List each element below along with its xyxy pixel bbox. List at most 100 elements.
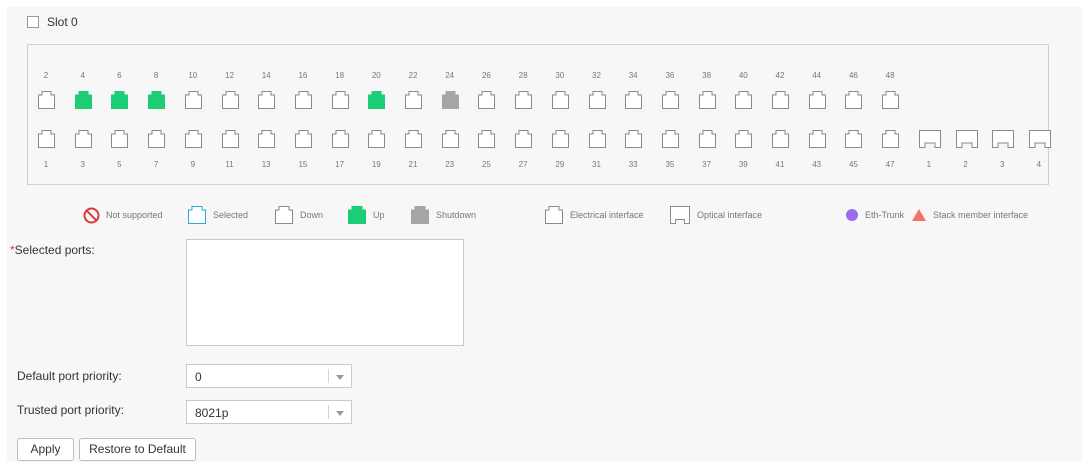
port-number: 1 <box>926 160 932 169</box>
port-number: 48 <box>885 71 895 80</box>
optical-port-1[interactable] <box>918 129 942 148</box>
port-31-down[interactable] <box>588 129 607 148</box>
legend-down: Down <box>274 205 323 225</box>
port-10-down[interactable] <box>184 90 203 109</box>
legend-up: Up <box>347 205 385 225</box>
port-number: 16 <box>298 71 308 80</box>
legend-up-label: Up <box>373 210 385 220</box>
restore-default-button[interactable]: Restore to Default <box>79 438 196 461</box>
port-13-down[interactable] <box>257 129 276 148</box>
port-45-down[interactable] <box>844 129 863 148</box>
default-port-priority-select[interactable]: 0 <box>186 364 352 388</box>
port-number: 8 <box>153 71 159 80</box>
chevron-down-icon[interactable] <box>336 375 344 380</box>
port-24-shutdown[interactable] <box>441 90 460 109</box>
port-12-down[interactable] <box>221 90 240 109</box>
port-panel: 2 4 6 8 10 12 14 16 18 20 22 24 26 28 30 32 34 36 38 40 42 44… <box>27 44 1052 185</box>
port-25-down[interactable] <box>477 129 496 148</box>
port-36-down[interactable] <box>661 90 680 109</box>
port-number: 14 <box>261 71 271 80</box>
port-number: 11 <box>225 160 234 169</box>
port-38-down[interactable] <box>698 90 717 109</box>
port-number: 1 <box>43 160 49 169</box>
port-35-down[interactable] <box>661 129 680 148</box>
port-7-down[interactable] <box>147 129 166 148</box>
port-40-down[interactable] <box>734 90 753 109</box>
not-supported-icon <box>83 207 100 223</box>
port-number: 23 <box>445 160 455 169</box>
down-port-icon <box>275 206 293 224</box>
port-9-down[interactable] <box>184 129 203 148</box>
slot-label: Slot 0 <box>47 15 78 29</box>
port-number: 26 <box>481 71 491 80</box>
optical-port-2[interactable] <box>955 129 979 148</box>
port-39-down[interactable] <box>734 129 753 148</box>
shutdown-port-icon <box>411 206 429 224</box>
port-number: 28 <box>518 71 528 80</box>
port-8-up[interactable] <box>147 90 166 109</box>
port-19-down[interactable] <box>367 129 386 148</box>
port-number: 27 <box>518 160 528 169</box>
select-divider <box>328 369 329 383</box>
port-46-down[interactable] <box>844 90 863 109</box>
port-number: 3 <box>80 160 85 169</box>
trusted-port-priority-label: Trusted port priority: <box>17 403 124 417</box>
port-16-down[interactable] <box>294 90 313 109</box>
port-number: 25 <box>481 160 491 169</box>
port-number: 46 <box>848 71 858 80</box>
port-number: 32 <box>592 71 601 80</box>
port-30-down[interactable] <box>551 90 570 109</box>
port-6-up[interactable] <box>110 90 129 109</box>
port-41-down[interactable] <box>771 129 790 148</box>
port-number: 6 <box>117 71 122 80</box>
port-number: 35 <box>665 160 675 169</box>
apply-button[interactable]: Apply <box>17 438 74 461</box>
port-21-down[interactable] <box>404 129 423 148</box>
port-number: 42 <box>775 71 785 80</box>
port-33-down[interactable] <box>624 129 643 148</box>
port-44-down[interactable] <box>808 90 827 109</box>
slot-header: Slot 0 <box>27 14 78 30</box>
optical-port-4[interactable] <box>1028 129 1052 148</box>
port-47-down[interactable] <box>881 129 900 148</box>
up-port-icon <box>348 206 366 224</box>
port-43-down[interactable] <box>808 129 827 148</box>
selected-ports-field[interactable] <box>186 239 464 346</box>
port-15-down[interactable] <box>294 129 313 148</box>
slot-checkbox[interactable] <box>27 16 39 28</box>
legend-eth-trunk-label: Eth-Trunk <box>865 210 905 220</box>
port-27-down[interactable] <box>514 129 533 148</box>
port-26-down[interactable] <box>477 90 496 109</box>
port-5-down[interactable] <box>110 129 129 148</box>
port-4-up[interactable] <box>74 90 93 109</box>
trusted-port-priority-select[interactable]: 8021p <box>186 400 352 424</box>
port-34-down[interactable] <box>624 90 643 109</box>
port-1-down[interactable] <box>37 129 56 148</box>
port-14-down[interactable] <box>257 90 276 109</box>
port-number: 9 <box>190 160 196 169</box>
port-18-down[interactable] <box>331 90 350 109</box>
port-number: 44 <box>812 71 822 80</box>
port-22-down[interactable] <box>404 90 423 109</box>
port-number: 15 <box>298 160 308 169</box>
port-42-down[interactable] <box>771 90 790 109</box>
legend-eth-trunk: Eth-Trunk <box>845 205 904 225</box>
port-23-down[interactable] <box>441 129 460 148</box>
port-number: 20 <box>371 71 381 80</box>
port-20-up[interactable] <box>367 90 386 109</box>
port-17-down[interactable] <box>331 129 350 148</box>
port-3-down[interactable] <box>74 129 93 148</box>
legend-electrical: Electrical interface <box>544 205 644 225</box>
chevron-down-icon[interactable] <box>336 411 344 416</box>
port-2-down[interactable] <box>37 90 56 109</box>
default-port-priority-label: Default port priority: <box>17 369 122 383</box>
port-number: 2 <box>963 160 968 169</box>
port-number: 18 <box>335 71 345 80</box>
port-37-down[interactable] <box>698 129 717 148</box>
port-28-down[interactable] <box>514 90 533 109</box>
optical-port-3[interactable] <box>991 129 1015 148</box>
port-29-down[interactable] <box>551 129 570 148</box>
port-32-down[interactable] <box>588 90 607 109</box>
port-48-down[interactable] <box>881 90 900 109</box>
port-11-down[interactable] <box>221 129 240 148</box>
